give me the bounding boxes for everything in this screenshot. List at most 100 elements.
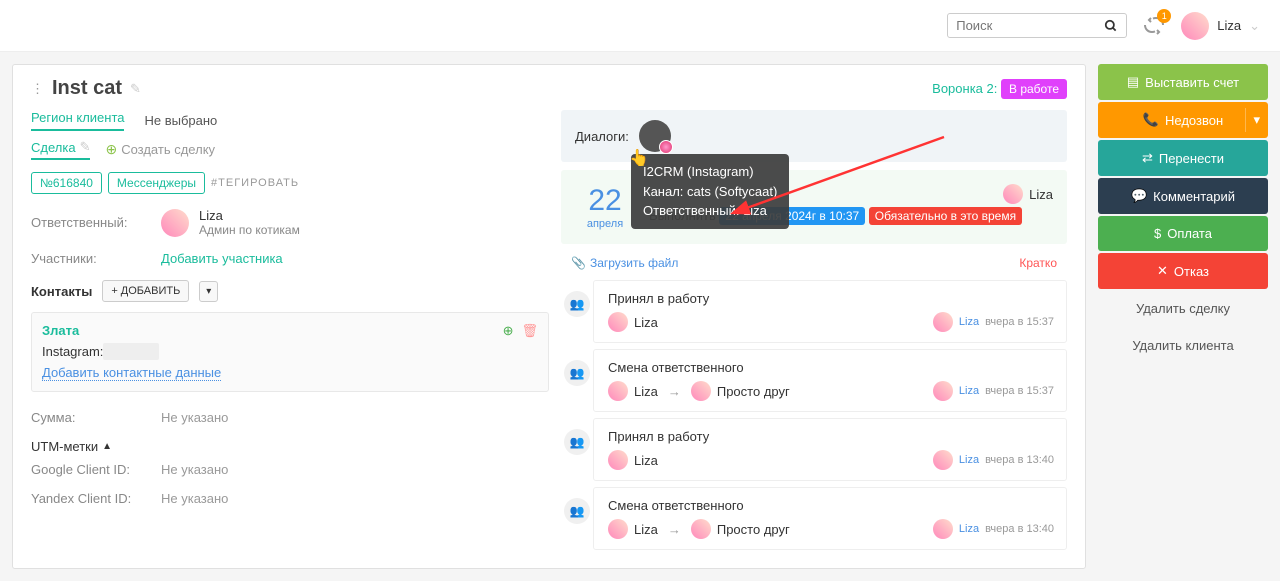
meta-user: Liza xyxy=(959,454,979,466)
feed-user-name: Liza xyxy=(634,453,658,468)
dialogs-bar: Диалоги: 👆 I2CRM (Instagram) Канал: cats… xyxy=(561,110,1067,162)
feed-meta: Liza вчера в 13:40 xyxy=(933,450,1054,470)
delete-client-link[interactable]: Удалить клиента xyxy=(1098,328,1268,363)
feed-item[interactable]: 👥Принял в работуLizaLiza вчера в 13:40 xyxy=(593,418,1067,481)
feed-user-name: Liza xyxy=(634,315,658,330)
invoice-button[interactable]: ▤Выставить счет xyxy=(1098,64,1268,100)
ycid-label: Yandex Client ID: xyxy=(31,491,161,506)
feed-user-name: Liza xyxy=(634,522,658,537)
avatar xyxy=(608,450,628,470)
meta-user: Liza xyxy=(959,523,979,535)
dollar-icon: $ xyxy=(1154,226,1161,241)
feed-title: Принял в работу xyxy=(608,429,1052,444)
feed-title: Смена ответственного xyxy=(608,360,1052,375)
tooltip-line1: I2CRM (Instagram) xyxy=(643,162,777,182)
tab-deal[interactable]: Сделка✎ xyxy=(31,139,90,160)
short-view-link[interactable]: Кратко xyxy=(1019,256,1057,270)
delete-icon[interactable]: 🗑 xyxy=(521,323,538,339)
add-icon[interactable]: ⊕ xyxy=(503,323,514,339)
user-menu[interactable]: Liza ⌄ xyxy=(1181,12,1260,40)
feed-user-name: Просто друг xyxy=(717,522,790,537)
event-month: апреля xyxy=(575,218,635,230)
search-input[interactable] xyxy=(956,18,1104,33)
cursor-icon: 👆 xyxy=(629,148,649,168)
dialog-tooltip: I2CRM (Instagram) Канал: cats (Softycaat… xyxy=(631,154,789,229)
search-box[interactable] xyxy=(947,13,1127,38)
avatar xyxy=(608,312,628,332)
status-badge[interactable]: В работе xyxy=(1001,79,1067,99)
avatar xyxy=(691,519,711,539)
tooltip-line3: Ответственный: Liza xyxy=(643,201,777,221)
collapse-icon[interactable]: ▲ xyxy=(102,441,112,452)
transfer-button[interactable]: ⇄Перенести xyxy=(1098,140,1268,176)
utm-label[interactable]: UTM-метки xyxy=(31,439,98,454)
feed-item[interactable]: 👥Принял в работуLizaLiza вчера в 15:37 xyxy=(593,280,1067,343)
contact-platform-value xyxy=(103,343,159,360)
add-participant-link[interactable]: Добавить участника xyxy=(161,251,283,266)
drag-icon[interactable]: ⋮ xyxy=(31,81,44,97)
sum-label: Сумма: xyxy=(31,410,161,425)
responsible-role: Админ по котикам xyxy=(199,223,300,237)
region-value[interactable]: Не выбрано xyxy=(144,113,217,128)
create-deal-button[interactable]: ⊕Создать сделку xyxy=(105,141,215,158)
add-contact-data-link[interactable]: Добавить контактные данные xyxy=(42,365,221,381)
notifications-button[interactable]: 1 xyxy=(1142,14,1166,38)
avatar xyxy=(933,450,953,470)
tag-number[interactable]: №616840 xyxy=(31,172,102,194)
contact-card: ⊕ 🗑 Злата Instagram: Добавить контактные… xyxy=(31,312,549,392)
feed-type-icon: 👥 xyxy=(564,429,590,455)
arrow-icon: → xyxy=(668,384,681,399)
username: Liza xyxy=(1217,18,1241,33)
clip-icon: 📎 xyxy=(571,256,586,270)
doc-icon: ▤ xyxy=(1127,74,1139,90)
responsible-name: Liza xyxy=(199,208,300,223)
tag-messengers[interactable]: Мессенджеры xyxy=(108,172,205,194)
refuse-button[interactable]: ✕Отказ xyxy=(1098,253,1268,289)
meta-user: Liza xyxy=(959,316,979,328)
plus-icon: ⊕ xyxy=(105,141,117,158)
responsible-user[interactable]: Liza Админ по котикам xyxy=(161,208,300,237)
feed-item[interactable]: 👥Смена ответственногоLiza→Просто другLiz… xyxy=(593,349,1067,412)
avatar xyxy=(608,519,628,539)
sum-value: Не указано xyxy=(161,410,228,425)
event-day: 22 xyxy=(575,184,635,218)
gcid-label: Google Client ID: xyxy=(31,462,161,477)
gcid-value: Не указано xyxy=(161,462,228,477)
contact-dropdown[interactable]: ▾ xyxy=(199,281,218,302)
upload-file-link[interactable]: 📎Загрузить файл xyxy=(571,256,678,270)
mandatory-badge: Обязательно в это время xyxy=(869,207,1022,225)
tag-action[interactable]: #ТЕГИРОВАТЬ xyxy=(211,177,299,189)
edit-title-icon[interactable]: ✎ xyxy=(130,81,141,97)
chevron-down-icon: ⌄ xyxy=(1249,18,1260,34)
feed-item[interactable]: 👥Смена ответственногоLiza→Просто другLiz… xyxy=(593,487,1067,550)
chevron-down-icon[interactable]: ▾ xyxy=(1253,112,1260,128)
add-contact-button[interactable]: + ДОБАВИТЬ xyxy=(102,280,189,302)
notif-badge: 1 xyxy=(1157,9,1171,23)
arrow-icon: → xyxy=(668,522,681,537)
avatar xyxy=(1003,184,1023,204)
instagram-badge-icon xyxy=(659,140,673,154)
delete-deal-link[interactable]: Удалить сделку xyxy=(1098,291,1268,326)
event-user[interactable]: Liza xyxy=(1003,184,1053,204)
no-answer-button[interactable]: 📞Недозвон▾ xyxy=(1098,102,1268,138)
contact-platform-label: Instagram: xyxy=(42,344,103,359)
comment-button[interactable]: 💬Комментарий xyxy=(1098,178,1268,214)
meta-user: Liza xyxy=(959,385,979,397)
contacts-label: Контакты xyxy=(31,284,92,299)
meta-time: вчера в 15:37 xyxy=(985,385,1054,397)
avatar xyxy=(161,209,189,237)
funnel-label[interactable]: Воронка 2: xyxy=(932,81,997,96)
feed-type-icon: 👥 xyxy=(564,498,590,524)
pencil-icon[interactable]: ✎ xyxy=(80,139,91,155)
ycid-value: Не указано xyxy=(161,491,228,506)
payment-button[interactable]: $Оплата xyxy=(1098,216,1268,251)
search-icon[interactable] xyxy=(1104,19,1118,33)
avatar xyxy=(608,381,628,401)
meta-time: вчера в 15:37 xyxy=(985,316,1054,328)
feed-meta: Liza вчера в 13:40 xyxy=(933,519,1054,539)
feed-meta: Liza вчера в 15:37 xyxy=(933,312,1054,332)
tab-region[interactable]: Регион клиента xyxy=(31,110,124,131)
contact-name[interactable]: Злата xyxy=(42,323,538,338)
responsible-label: Ответственный: xyxy=(31,215,161,230)
feed-type-icon: 👥 xyxy=(564,360,590,386)
